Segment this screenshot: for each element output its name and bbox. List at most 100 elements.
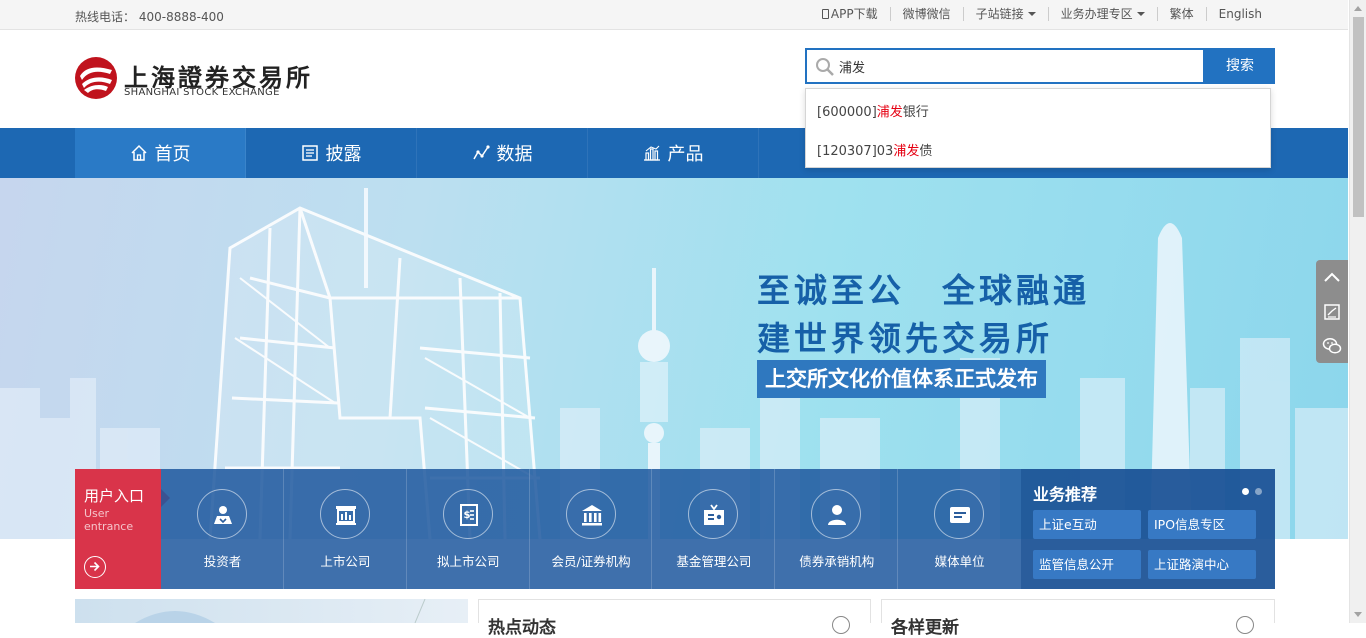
entrance-bond-underwriter[interactable]: 债券承销机构 (775, 469, 899, 589)
entrance-title-en-1: User (84, 507, 110, 520)
entrance-fund[interactable]: 基金管理公司 (652, 469, 776, 589)
nav-label: 首页 (154, 144, 191, 165)
bond-underwriter-icon (811, 489, 862, 539)
nav-label: 数据 (496, 144, 533, 165)
listed-company-icon (319, 489, 370, 539)
scroll-thumb[interactable] (1353, 17, 1364, 217)
sse-logo[interactable]: 上海證券交易所 SHANGHAI STOCK EXCHANGE (74, 56, 310, 104)
suggestion-rest: 债 (919, 144, 933, 159)
more-arrow-icon[interactable] (1236, 616, 1254, 634)
entrance-media[interactable]: 媒体单位 (898, 469, 1021, 589)
hot-news-title: 热点动态 (488, 618, 556, 638)
traditional-chinese-link[interactable]: 繁体 (1156, 7, 1206, 21)
search-icon (816, 58, 834, 76)
entrance-institution[interactable]: 会员/证券机构 (530, 469, 653, 589)
business-dropdown[interactable]: 业务办理专区 (1047, 7, 1157, 21)
entrance-label: 会员/证券机构 (551, 554, 631, 569)
suggestion-code: [120307]03 (817, 144, 894, 159)
scroll-up-icon[interactable] (1354, 6, 1362, 11)
carousel-dots (1236, 488, 1262, 495)
entrance-label: 基金管理公司 (676, 554, 752, 569)
hot-news-panel: 热点动态 (478, 599, 871, 638)
entrance-label: 债券承销机构 (799, 554, 875, 569)
search-suggestions: [600000]浦发银行 [120307]03浦发债 (805, 88, 1271, 168)
wechat-icon[interactable] (1322, 336, 1342, 356)
weibo-wechat-link[interactable]: 微博微信 (889, 7, 963, 21)
back-to-top-icon[interactable] (1322, 268, 1342, 288)
entrance-pre-listing[interactable]: $ 拟上市公司 (407, 469, 530, 589)
app-download-link[interactable]: APP下载 (810, 7, 890, 21)
business-button-e-interact[interactable]: 上证e互动 (1033, 510, 1141, 539)
business-label: 业务办理专区 (1060, 7, 1133, 21)
entrance-label: 拟上市公司 (436, 554, 500, 569)
nav-item-products[interactable]: 产品 (588, 128, 759, 178)
banner-slogan-tag: 上交所文化价值体系正式发布 (757, 360, 1046, 398)
business-button-roadshow[interactable]: 上证路演中心 (1148, 550, 1256, 579)
bar-chart-icon (643, 145, 660, 161)
nav-item-data[interactable]: 数据 (417, 128, 588, 178)
business-button-regulation[interactable]: 监管信息公开 (1033, 550, 1141, 579)
news-image[interactable] (75, 599, 468, 623)
search-input[interactable] (839, 56, 1199, 76)
app-download-label: APP下载 (830, 7, 878, 21)
suggestion-match: 浦发 (876, 105, 903, 120)
nav-label: 披露 (325, 144, 362, 165)
media-icon (934, 489, 985, 539)
home-icon (130, 144, 147, 161)
nav-item-home[interactable]: 首页 (75, 128, 246, 178)
hotline-label: 热线电话： (75, 10, 136, 24)
more-arrow-icon[interactable] (832, 616, 850, 634)
investor-icon (197, 489, 247, 539)
search-button[interactable]: 搜索 (1205, 48, 1275, 84)
second-panel: 各样更新 (881, 599, 1275, 638)
institution-icon (565, 489, 616, 539)
suggestion-rest: 银行 (902, 105, 929, 120)
business-title: 业务推荐 (1033, 485, 1098, 504)
pre-listing-icon: $ (442, 489, 493, 539)
scroll-down-icon[interactable] (1354, 612, 1362, 617)
suggestion-code: [600000] (817, 105, 877, 120)
fund-icon (688, 489, 739, 539)
feedback-icon[interactable] (1322, 302, 1342, 322)
business-button-ipo[interactable]: IPO信息专区 (1148, 510, 1256, 539)
caret-down-icon (1136, 12, 1145, 16)
suggestion-item[interactable]: [120307]03浦发债 (817, 140, 932, 159)
english-link[interactable]: English (1205, 7, 1274, 21)
nav-item-disclosure[interactable]: 披露 (246, 128, 417, 178)
search-box (805, 48, 1205, 84)
user-entrance-cells: 投资者 上市公司 $ 拟上市公司 会员/证券机构 基金管理公司 债券承销机构 媒… (161, 469, 1021, 589)
suggestion-match: 浦发 (893, 144, 920, 159)
entrance-investor[interactable]: 投资者 (161, 469, 284, 589)
suggestion-item[interactable]: [600000]浦发银行 (817, 101, 929, 120)
entrance-title-cn: 用户入口 (84, 487, 145, 505)
nav-label: 产品 (667, 144, 704, 165)
subsites-dropdown[interactable]: 子站链接 (962, 7, 1048, 21)
carousel-dot[interactable] (1242, 488, 1249, 495)
carousel-dot[interactable] (1255, 488, 1262, 495)
entrance-listed-company[interactable]: 上市公司 (284, 469, 407, 589)
arrow-right-icon[interactable] (84, 556, 106, 578)
user-entrance-title: 用户入口 User entrance (75, 469, 161, 589)
entrance-label: 媒体单位 (934, 554, 985, 569)
entrance-title-en: User entrance (84, 507, 133, 533)
banner-slogan-line2: 建世界领先交易所 (757, 319, 1053, 358)
page-scrollbar[interactable] (1349, 0, 1366, 623)
second-panel-title: 各样更新 (891, 618, 959, 638)
floating-tools (1316, 260, 1348, 363)
line-chart-icon (472, 145, 490, 160)
user-entrance: 用户入口 User entrance 投资者 上市公司 $ 拟上市公司 会员/证… (75, 469, 1275, 589)
sse-logo-mark-icon (75, 57, 117, 99)
entrance-label: 上市公司 (320, 554, 371, 569)
business-recommendations: 业务推荐 上证e互动 IPO信息专区 监管信息公开 上证路演中心 (1021, 469, 1275, 589)
logo-name-en: SHANGHAI STOCK EXCHANGE (124, 87, 280, 98)
subsites-label: 子站链接 (975, 7, 1024, 21)
entrance-label: 投资者 (203, 554, 242, 569)
search-bar: 搜索 (805, 48, 1275, 84)
document-icon (301, 145, 318, 161)
top-bar: 热线电话： 400-8888-400 APP下载 微博微信 子站链接 业务办理专… (0, 0, 1348, 30)
entrance-title-en-2: entrance (84, 520, 134, 533)
banner-slogan-line1: 至诚至公 全球融通 (757, 271, 1090, 310)
hotline: 热线电话： 400-8888-400 (75, 8, 224, 25)
hotline-number: 400-8888-400 (138, 10, 224, 24)
phone-icon (821, 9, 829, 19)
